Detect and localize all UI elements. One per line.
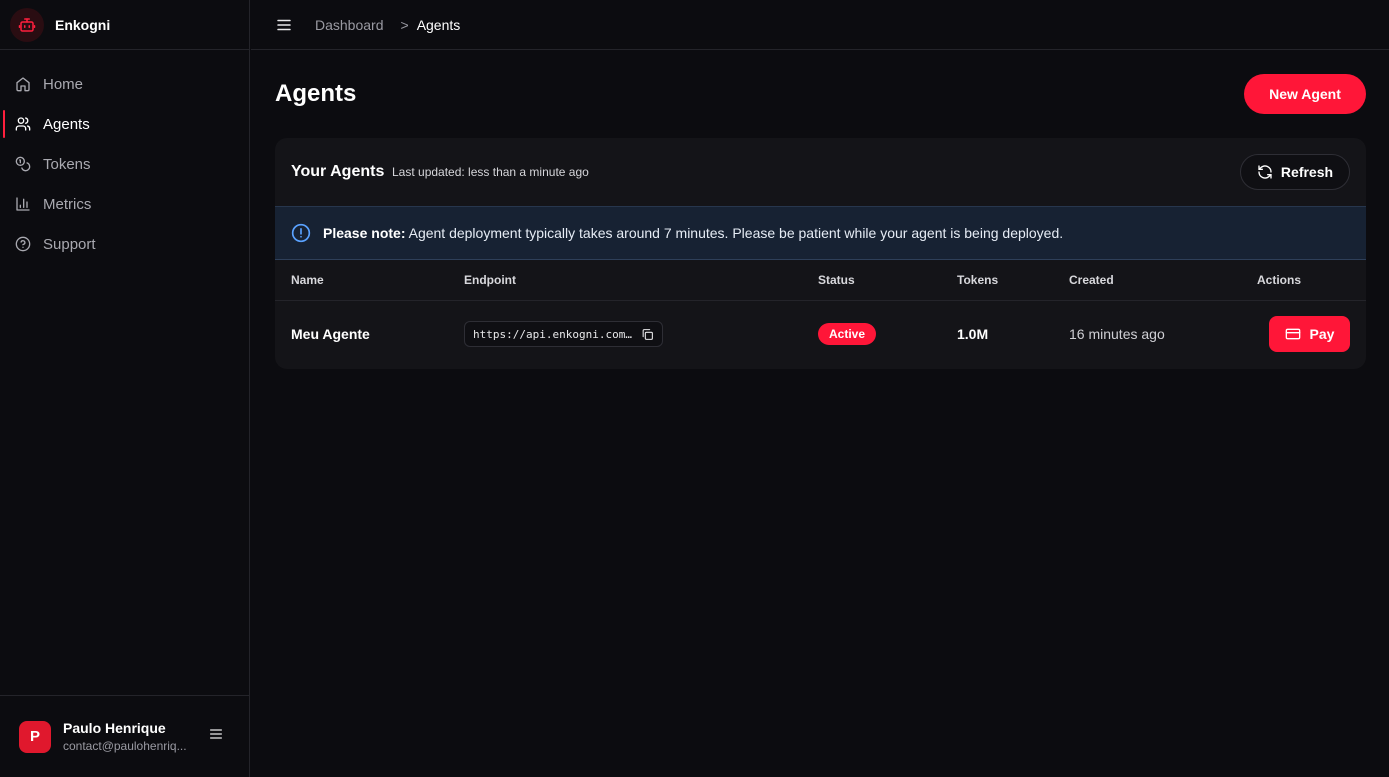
refresh-icon — [1257, 164, 1273, 180]
topbar: Dashboard > Agents — [251, 0, 1389, 50]
user-email: contact@paulohenriq... — [63, 739, 187, 753]
user-name: Paulo Henrique — [63, 720, 166, 736]
new-agent-button[interactable]: New Agent — [1244, 74, 1366, 114]
sidebar-item-label: Home — [43, 75, 84, 93]
sidebar-item-support[interactable]: Support — [0, 224, 249, 264]
card-title: Your Agents — [291, 163, 385, 180]
sidebar-item-label: Support — [43, 235, 96, 253]
info-icon — [291, 223, 311, 243]
user-info: Paulo Henrique contact@paulohenriq... — [63, 720, 199, 753]
brand[interactable]: Enkogni — [0, 0, 249, 50]
status-badge: Active — [818, 323, 877, 346]
agents-card: Your Agents Last updated: less than a mi… — [275, 138, 1366, 369]
user-menu-icon[interactable] — [208, 726, 224, 745]
column-header-endpoint: Endpoint — [464, 260, 818, 301]
token-count: 1.0M — [957, 326, 989, 343]
robot-icon — [10, 7, 44, 42]
user-profile[interactable]: P Paulo Henrique contact@paulohenriq... — [0, 695, 249, 777]
created-time: 16 minutes ago — [1069, 326, 1165, 343]
pay-label: Pay — [1309, 326, 1335, 343]
card-header: Your Agents Last updated: less than a mi… — [275, 138, 1366, 206]
last-updated: Last updated: less than a minute ago — [392, 165, 589, 179]
column-header-created: Created — [1069, 260, 1247, 301]
breadcrumb-agents: Agents — [416, 16, 461, 33]
sidebar-item-label: Tokens — [43, 155, 91, 173]
notice-bold: Please note: — [323, 225, 406, 241]
page-title: Agents — [275, 80, 357, 107]
column-header-actions: Actions — [1247, 260, 1366, 301]
users-icon — [15, 116, 31, 132]
column-header-tokens: Tokens — [957, 260, 1069, 301]
breadcrumb-dashboard[interactable]: Dashboard — [315, 17, 384, 33]
table-row: Meu Agente https://api.enkogni.com… Acti… — [275, 300, 1366, 368]
coins-icon — [15, 156, 31, 172]
agent-name: Meu Agente — [291, 326, 370, 343]
home-icon — [15, 76, 31, 92]
sidebar-item-metrics[interactable]: Metrics — [0, 184, 249, 224]
copy-icon[interactable] — [641, 328, 654, 341]
pay-button[interactable]: Pay — [1269, 316, 1350, 353]
sidebar: Enkogni Home Agents Tokens Metrics Suppo… — [0, 0, 250, 777]
column-header-name: Name — [275, 260, 464, 301]
breadcrumb-separator: > — [400, 16, 409, 33]
column-header-status: Status — [818, 260, 957, 301]
help-circle-icon — [15, 236, 31, 252]
sidebar-item-tokens[interactable]: Tokens — [0, 144, 249, 184]
endpoint-field: https://api.enkogni.com… — [464, 321, 663, 348]
sidebar-nav: Home Agents Tokens Metrics Support — [0, 50, 249, 264]
agents-table: Name Endpoint Status Tokens Created Acti… — [275, 260, 1366, 368]
sidebar-item-home[interactable]: Home — [0, 64, 249, 104]
sidebar-item-agents[interactable]: Agents — [0, 104, 249, 144]
notice-body: Agent deployment typically takes around … — [405, 225, 1064, 241]
bar-chart-icon — [15, 196, 31, 212]
avatar: P — [19, 720, 51, 753]
endpoint-url: https://api.enkogni.com… — [473, 327, 632, 341]
deployment-notice: Please note: Agent deployment typically … — [275, 206, 1366, 260]
refresh-button[interactable]: Refresh — [1240, 154, 1350, 190]
credit-card-icon — [1285, 326, 1301, 342]
sidebar-item-label: Metrics — [43, 195, 92, 213]
notice-text: Please note: Agent deployment typically … — [323, 225, 1063, 241]
sidebar-item-label: Agents — [43, 115, 90, 133]
refresh-label: Refresh — [1280, 164, 1334, 180]
table-header-row: Name Endpoint Status Tokens Created Acti… — [275, 260, 1366, 301]
menu-icon[interactable] — [275, 16, 293, 34]
brand-name: Enkogni — [55, 16, 111, 33]
